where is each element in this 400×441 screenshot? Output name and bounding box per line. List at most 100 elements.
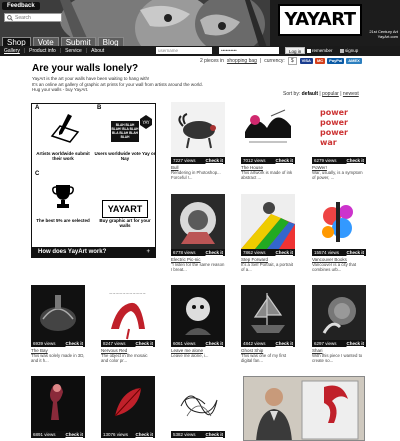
username-field[interactable]: username (156, 47, 212, 54)
art-thumbnail[interactable] (171, 376, 225, 431)
check-it-link[interactable]: Check it (346, 340, 364, 347)
subnav-gallery[interactable]: Gallery (0, 48, 24, 54)
art-description: This was one of my first digital fan... (241, 353, 287, 363)
art-thumbnail[interactable] (31, 285, 85, 340)
password-field[interactable]: •••••••••• (219, 47, 279, 54)
art-thumbnail[interactable] (31, 376, 85, 431)
art-card[interactable]: 6778 views Check it Electric Pic-nic "I l… (171, 194, 225, 272)
art-thumbnail[interactable] (241, 285, 295, 340)
art-thumbnail[interactable]: power power power war (312, 102, 366, 157)
subnav-product-info[interactable]: Product info (25, 48, 60, 54)
check-it-link[interactable]: Check it (135, 340, 153, 347)
art-thumbnail[interactable] (312, 285, 366, 340)
amex-icon: AMEX (346, 58, 362, 64)
view-count: 13076 views (103, 432, 129, 437)
search-icon (7, 14, 13, 21)
art-card[interactable]: 15574 views Check it Vancouver Books Vanc… (312, 194, 366, 272)
art-description: This was solely made in 3D, and it h... (31, 353, 85, 363)
feedback-button[interactable]: Feedback (2, 2, 40, 10)
art-thumbnail[interactable] (171, 194, 225, 249)
login-button[interactable]: Log in (285, 47, 306, 54)
art-card[interactable]: 7227 views Check it Bull Rendering in Pho… (171, 102, 225, 180)
art-card[interactable]: 4842 views Check it Ghost Ship This was o… (241, 285, 295, 363)
sort-newest[interactable]: newest (343, 91, 359, 97)
signup-link[interactable]: signup (340, 47, 358, 54)
ghost-ship-artwork (251, 293, 285, 333)
art-thumbnail[interactable]: ~~~~~~~~~~~ (101, 285, 155, 340)
check-it-link[interactable]: Check it (205, 249, 223, 256)
check-it-link[interactable]: Check it (275, 340, 293, 347)
featured-photo[interactable] (243, 376, 365, 441)
art-meta-bar: 5382 views Check it (171, 431, 225, 438)
remember-checkbox[interactable]: remember (307, 47, 333, 54)
check-it-link[interactable]: Check it (135, 431, 153, 438)
step-letter: C (35, 171, 40, 177)
art-thumbnail[interactable] (312, 194, 366, 249)
leave-me-alone-artwork (185, 297, 211, 335)
art-card[interactable]: 5382 views Check it (171, 376, 225, 438)
currency-select[interactable]: $ (287, 57, 297, 65)
vancouver-books-artwork (322, 202, 353, 242)
sort-default[interactable]: default (302, 91, 318, 97)
expand-icon: + (146, 249, 150, 255)
sort-popular[interactable]: popular (322, 91, 339, 97)
art-card[interactable]: 6297 views Check it Shari With this piece… (312, 285, 366, 363)
view-count: 6061 views (173, 341, 196, 346)
art-description: The object in the mosaic and color pr... (101, 353, 148, 363)
check-it-link[interactable]: Check it (205, 340, 223, 347)
svg-text:war: war (320, 138, 337, 147)
subnav-about[interactable]: About (87, 48, 108, 54)
shopping-bag-link[interactable]: shopping bag (227, 58, 257, 64)
art-thumbnail[interactable] (241, 194, 295, 249)
check-it-link[interactable]: Check it (346, 249, 364, 256)
art-card[interactable]: 6891 views Check it (31, 376, 85, 438)
how-it-works-label: How does YayArt work? (38, 249, 107, 255)
art-meta-bar: 15574 views Check it (312, 249, 366, 256)
check-it-link[interactable]: Check it (275, 249, 293, 256)
separator: | (340, 91, 342, 97)
art-meta-bar: 7227 views Check it (171, 157, 225, 164)
artist-portrait-image (244, 377, 364, 440)
view-count: 5382 views (173, 432, 196, 437)
art-card[interactable]: 6061 views Check it Leave me alone Leave … (171, 285, 225, 358)
check-it-link[interactable]: Check it (65, 340, 83, 347)
art-card[interactable]: 7012 views Check it The House This artwor… (241, 102, 295, 180)
svg-text:power: power (320, 128, 348, 137)
subnav-service[interactable]: Service (61, 48, 86, 54)
check-it-link[interactable]: Check it (346, 157, 364, 164)
power-war-artwork: power power power war (320, 108, 348, 147)
step-caption: Users worldwide vote Yay or Nay (94, 151, 156, 161)
view-count: 6891 views (33, 432, 56, 437)
sort-label: Sort by: (283, 91, 301, 97)
art-meta-bar: 6939 views Check it (31, 340, 85, 347)
svg-text:power: power (320, 108, 348, 117)
site-header: Feedback Search YAYART 21st Century Art … (0, 0, 400, 56)
art-card[interactable]: power power power war 6279 views Check it… (312, 102, 366, 180)
how-it-works-panel[interactable]: A Artists worldwide submit their work B … (31, 103, 156, 258)
art-card[interactable]: 7862 views Check it Step Forward It's a S… (241, 194, 295, 272)
step-caption: The best 5% are selected (36, 218, 90, 223)
yay-badge-icon: YAY (140, 115, 152, 129)
search-input[interactable]: Search (4, 13, 62, 22)
electric-picnic-artwork (180, 202, 216, 244)
how-it-works-footer[interactable]: How does YayArt work? + (32, 247, 155, 257)
check-it-link[interactable]: Check it (65, 431, 83, 438)
check-it-link[interactable]: Check it (205, 431, 223, 438)
step-letter: A (35, 105, 40, 111)
paypal-icon: PayPal (327, 58, 345, 64)
check-it-link[interactable]: Check it (205, 157, 223, 164)
art-card[interactable]: ~~~~~~~~~~~ 8247 views Check it Nervous R… (101, 285, 155, 363)
art-card[interactable]: 13076 views Check it (101, 376, 155, 438)
yayart-mini-logo: YAYART (102, 200, 148, 218)
remember-label: remember (312, 48, 333, 53)
art-thumbnail[interactable] (171, 102, 225, 157)
art-thumbnail[interactable] (241, 102, 295, 157)
shari-artwork (322, 297, 356, 334)
art-thumbnail[interactable] (171, 285, 225, 340)
yayart-logo[interactable]: YAYART (278, 4, 362, 36)
art-thumbnail[interactable] (101, 376, 155, 431)
check-it-link[interactable]: Check it (275, 157, 293, 164)
art-card[interactable]: 6939 views Check it The Bay This was sole… (31, 285, 85, 363)
view-count: 15574 views (314, 250, 340, 255)
art-description: Vancouver is a city that combines urb... (312, 262, 357, 272)
